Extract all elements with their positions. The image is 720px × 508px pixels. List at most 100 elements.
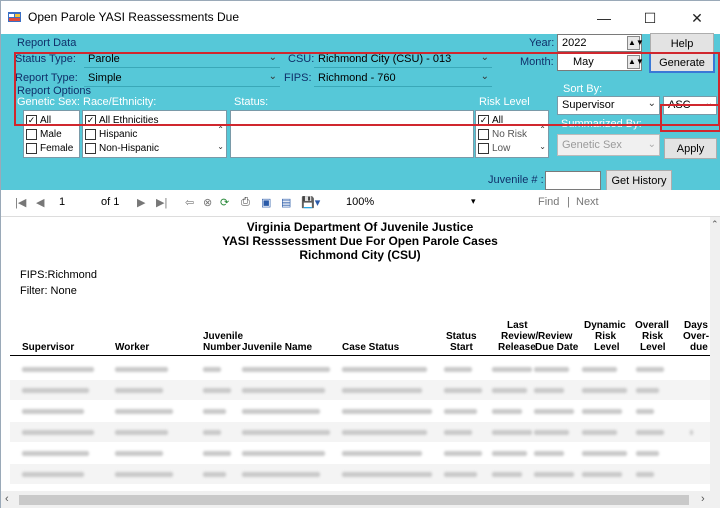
apply-button[interactable]: Apply	[664, 138, 717, 159]
redacted-cell	[22, 430, 94, 435]
report-fips: FIPS:Richmond	[20, 269, 98, 281]
redacted-cell	[534, 409, 574, 414]
redacted-cell	[203, 430, 221, 435]
redacted-cell	[242, 451, 325, 456]
header-divider	[10, 355, 710, 356]
scroll-up-icon[interactable]: ⌃	[217, 125, 224, 134]
checkbox-icon[interactable]	[26, 129, 37, 140]
checkbox-icon[interactable]	[85, 143, 96, 154]
close-icon: ✕	[691, 9, 703, 26]
back-icon[interactable]: ⇦	[185, 196, 194, 209]
summarized-by-select[interactable]: Genetic Sex ⌄	[557, 134, 660, 156]
list-item-label: Non-Hispanic	[99, 143, 160, 154]
scroll-up-icon[interactable]: ⌃	[539, 125, 546, 134]
redacted-cell	[492, 430, 532, 435]
column-header-juvenile-number-1: Juvenile	[203, 331, 244, 342]
table-row	[10, 359, 710, 379]
scroll-left-icon[interactable]: ‹	[5, 493, 9, 505]
column-header-days-overdue-1: Days	[684, 320, 708, 331]
checkbox-icon[interactable]	[478, 143, 489, 154]
scroll-down-icon[interactable]: ⌄	[217, 142, 224, 151]
list-item[interactable]: Female	[26, 142, 73, 155]
redacted-cell	[22, 472, 84, 477]
redacted-cell	[492, 472, 522, 477]
zoom-dropdown-icon[interactable]: ▾	[471, 196, 476, 207]
column-header-last-review-3: Release	[498, 342, 536, 353]
redacted-cell	[534, 367, 569, 372]
scroll-up-icon[interactable]: ⌃	[711, 219, 719, 230]
column-header-juvenile-name: Juvenile Name	[242, 342, 313, 353]
column-header-review-due-2: Due Date	[535, 342, 579, 353]
close-button[interactable]: ✕	[677, 6, 717, 30]
prev-page-icon[interactable]: ◀	[36, 196, 44, 209]
table-row	[10, 464, 710, 484]
help-button[interactable]: Help	[650, 33, 714, 54]
first-page-icon[interactable]: |◀	[15, 196, 26, 209]
summarized-by-value: Genetic Sex	[562, 139, 622, 151]
print-layout-icon[interactable]: ▣	[261, 196, 271, 209]
juvenile-number-input[interactable]	[545, 171, 601, 190]
page-setup-icon[interactable]: ▤	[281, 196, 291, 209]
year-value: 2022	[562, 37, 587, 49]
redacted-cell	[636, 472, 654, 477]
redacted-cell	[115, 472, 173, 477]
get-history-button[interactable]: Get History	[606, 170, 672, 191]
list-item[interactable]: Hispanic	[85, 128, 137, 141]
list-item[interactable]: Male	[26, 128, 62, 141]
checkbox-icon[interactable]	[478, 129, 489, 140]
report-data-group-label: Report Data	[17, 37, 77, 49]
redacted-cell	[242, 367, 330, 372]
checkbox-icon[interactable]	[85, 129, 96, 140]
horizontal-scroll-thumb[interactable]	[19, 495, 689, 505]
find-link[interactable]: Find	[538, 196, 559, 208]
refresh-icon[interactable]: ⟳	[220, 196, 229, 209]
list-item[interactable]: Low	[478, 142, 510, 155]
table-row	[10, 380, 710, 400]
page-number-input[interactable]: 1	[59, 196, 65, 208]
year-stepper[interactable]: 2022 ▲▼	[557, 34, 644, 52]
export-icon[interactable]: 💾▾	[301, 196, 320, 209]
title-bar: Open Parole YASI Reassessments Due — ☐ ✕	[1, 1, 720, 34]
redacted-cell	[22, 409, 84, 414]
list-item[interactable]: Non-Hispanic	[85, 142, 159, 155]
redacted-cell	[534, 388, 564, 393]
column-header-overall-risk-3: Level	[640, 342, 666, 353]
window-title: Open Parole YASI Reassessments Due	[28, 10, 239, 24]
maximize-button[interactable]: ☐	[630, 6, 670, 30]
list-item[interactable]: No Risk	[478, 128, 527, 141]
redacted-cell	[582, 409, 622, 414]
scroll-right-icon[interactable]: ›	[701, 493, 705, 505]
redacted-cell	[115, 451, 163, 456]
redacted-cell	[582, 451, 627, 456]
next-link[interactable]: Next	[576, 196, 599, 208]
redacted-cell	[636, 451, 659, 456]
checkbox-icon[interactable]	[26, 143, 37, 154]
print-icon[interactable]: ⎙	[241, 196, 250, 209]
spin-arrows-icon[interactable]: ▲▼	[627, 36, 644, 50]
report-subtitle: Richmond City (CSU)	[299, 248, 421, 262]
vertical-scrollbar[interactable]: ⌃	[710, 217, 720, 491]
redacted-cell	[242, 409, 320, 414]
juvenile-number-label: Juvenile # :	[488, 174, 544, 186]
stop-icon[interactable]: ⊗	[203, 196, 212, 209]
page-count-label: of 1	[101, 196, 120, 208]
column-header-status-start-1: Status	[446, 331, 477, 342]
column-header-juvenile-number-2: Number	[203, 342, 241, 353]
redacted-cell	[444, 472, 477, 477]
redacted-cell	[582, 472, 622, 477]
redacted-cell	[636, 367, 664, 372]
scroll-down-icon[interactable]: ⌄	[539, 142, 546, 151]
list-item-label: Hispanic	[99, 129, 138, 140]
column-header-overall-risk-2: Risk	[642, 331, 664, 342]
column-header-status-start-2: Start	[450, 342, 473, 353]
last-page-icon[interactable]: ▶|	[156, 196, 167, 209]
zoom-select[interactable]: 100%	[346, 196, 374, 208]
next-page-icon[interactable]: ▶	[137, 196, 145, 209]
minimize-button[interactable]: —	[584, 6, 624, 30]
horizontal-scrollbar[interactable]: ‹ ›	[1, 491, 720, 508]
redacted-cell	[203, 409, 226, 414]
redacted-cell	[22, 451, 89, 456]
redacted-cell	[534, 472, 574, 477]
redacted-cell	[636, 388, 659, 393]
redacted-cell	[115, 388, 163, 393]
